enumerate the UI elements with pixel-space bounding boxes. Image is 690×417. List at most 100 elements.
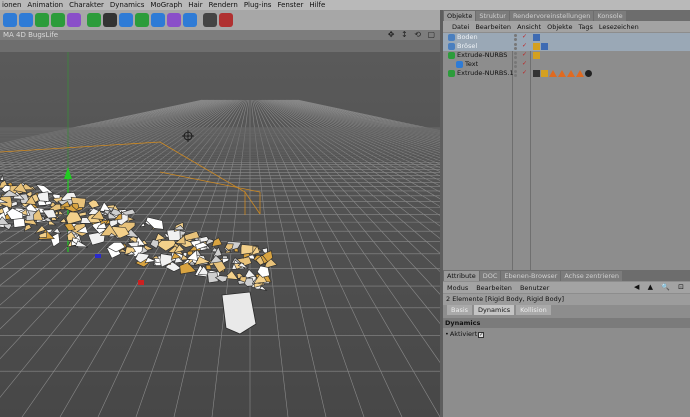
menu-item-rendern[interactable]: Rendern [209,1,238,9]
visibility-dots-icon[interactable] [514,34,518,41]
tab-doc[interactable]: DOC [479,271,501,281]
objects-menubar: Datei Bearbeiten Ansicht Objekte Tags Le… [443,21,690,32]
aktiviert-label: Aktiviert [449,330,478,338]
tab-konsole[interactable]: Konsole [594,11,626,21]
object-name[interactable]: Extrude-NURBS.1 [457,69,514,78]
viewport-scene[interactable] [0,52,440,417]
menu-item-hair[interactable]: Hair [188,1,202,9]
tab-rendervoreinstellungen[interactable]: Rendervoreinstellungen [509,11,594,21]
menu-bearbeiten[interactable]: Bearbeiten [475,23,511,31]
tag-icon[interactable] [549,70,557,77]
menu-item-hilfe[interactable]: Hilfe [309,1,325,9]
menu-tags[interactable]: Tags [578,23,592,31]
enabled-check-icon[interactable]: ✓ [522,61,528,67]
menu-datei[interactable]: Datei [452,23,469,31]
tab-objekte[interactable]: Objekte [444,11,476,21]
subtab-kollision[interactable]: Kollision [516,305,551,315]
menu-modus[interactable]: Modus [447,284,468,292]
enabled-check-icon[interactable]: ✓ [522,52,528,58]
object-type-icon [448,70,455,77]
visibility-dots-icon[interactable] [514,61,518,68]
object-row[interactable]: Boden ✓ [443,33,690,42]
tab-attribute[interactable]: Attribute [444,271,479,281]
menu-ansicht[interactable]: Ansicht [517,23,541,31]
pen-icon[interactable] [19,13,33,27]
debris-piece[interactable] [166,229,181,242]
tag-icon[interactable] [585,70,592,77]
menu-item-dynamics[interactable]: Dynamics [110,1,145,9]
main-menubar: ionen Animation Charakter Dynamics MoGra… [0,0,690,10]
tag-icon[interactable] [533,52,540,59]
subdivision-icon[interactable] [35,13,49,27]
aktiviert-checkbox[interactable]: ✓ [478,331,485,338]
z-axis-marker [138,280,144,285]
enabled-check-icon[interactable]: ✓ [522,70,528,76]
tag-icon[interactable] [567,70,575,77]
tag-icon[interactable] [541,43,548,50]
menu-objekte[interactable]: Objekte [547,23,572,31]
object-row[interactable]: Text ✓ [443,60,690,69]
menu-item-charakter[interactable]: Charakter [69,1,104,9]
menu-benutzer[interactable]: Benutzer [520,284,549,292]
tab-ebenen-browser[interactable]: Ebenen-Browser [501,271,561,281]
menu-item-mograph[interactable]: MoGraph [150,1,182,9]
tag-icon[interactable] [533,70,540,77]
object-type-icon [448,43,455,50]
render-view-icon[interactable] [203,13,217,27]
tag-icon[interactable] [541,70,548,77]
viewport-nav-controls[interactable]: ✥ ↕ ⟲ ▢ [388,30,437,40]
visibility-dots-icon[interactable] [514,52,518,59]
subtab-dynamics[interactable]: Dynamics [474,305,515,315]
material-icon[interactable] [167,13,181,27]
tag-icon[interactable] [533,43,540,50]
menu-lesezeichen[interactable]: Lesezeichen [599,23,639,31]
selection-summary: 2 Elemente [Rigid Body, Rigid Body] [443,294,690,305]
enabled-check-icon[interactable]: ✓ [522,43,528,49]
subtab-basis[interactable]: Basis [447,305,473,315]
menu-item-fenster[interactable]: Fenster [277,1,303,9]
visibility-dots-icon[interactable] [514,70,518,77]
object-type-icon [448,34,455,41]
section-title-dynamics: Dynamics [443,318,690,328]
light-icon[interactable] [119,13,133,27]
sky-icon[interactable] [151,13,165,27]
debris-piece[interactable] [37,191,50,202]
camera-icon[interactable] [103,13,117,27]
object-row[interactable]: Brösel ✓ [443,42,690,51]
objects-manager: Objekte Struktur Rendervoreinstellungen … [443,10,690,270]
enabled-check-icon[interactable]: ✓ [522,34,528,40]
deformer-icon[interactable] [67,13,81,27]
viewport-title: MA 4D BugsLife [3,31,59,39]
array-icon[interactable] [51,13,65,27]
attribute-menubar: Modus Bearbeiten Benutzer ◀ ▲ 🔍 ⊡ [443,282,690,293]
floor-icon[interactable] [135,13,149,27]
object-row[interactable]: Extrude-NURBS ✓ [443,51,690,60]
cube-icon[interactable] [3,13,17,27]
object-row[interactable]: Extrude-NURBS.1 ✓ [443,69,690,78]
object-tags [533,43,548,50]
aktiviert-field: • Aktiviert ✓ [445,330,485,339]
object-type-icon [456,61,463,68]
3d-viewport[interactable] [0,52,440,417]
menu-item-ionen[interactable]: ionen [2,1,21,9]
tab-achse-zentrieren[interactable]: Achse zentrieren [561,271,622,281]
menu-item-plugins[interactable]: Plug-ins [244,1,272,9]
tab-struktur[interactable]: Struktur [476,11,509,21]
visibility-dots-icon[interactable] [514,43,518,50]
scene-icon[interactable] [87,13,101,27]
object-name[interactable]: Text [465,60,478,69]
bullet-icon: • [445,330,449,338]
object-name[interactable]: Boden [457,33,478,42]
menu-bearbeiten[interactable]: Bearbeiten [476,284,512,292]
debris-piece[interactable] [52,193,61,199]
tag-icon[interactable] [533,34,540,41]
tag-icon[interactable] [183,13,197,27]
debris-piece[interactable] [205,264,212,270]
object-name[interactable]: Brösel [457,42,477,51]
menu-item-animation[interactable]: Animation [27,1,63,9]
tag-icon[interactable] [558,70,566,77]
tag-icon[interactable] [576,70,584,77]
attribute-nav-icons[interactable]: ◀ ▲ 🔍 ⊡ [634,282,687,293]
object-name[interactable]: Extrude-NURBS [457,51,507,60]
render-settings-icon[interactable] [219,13,233,27]
